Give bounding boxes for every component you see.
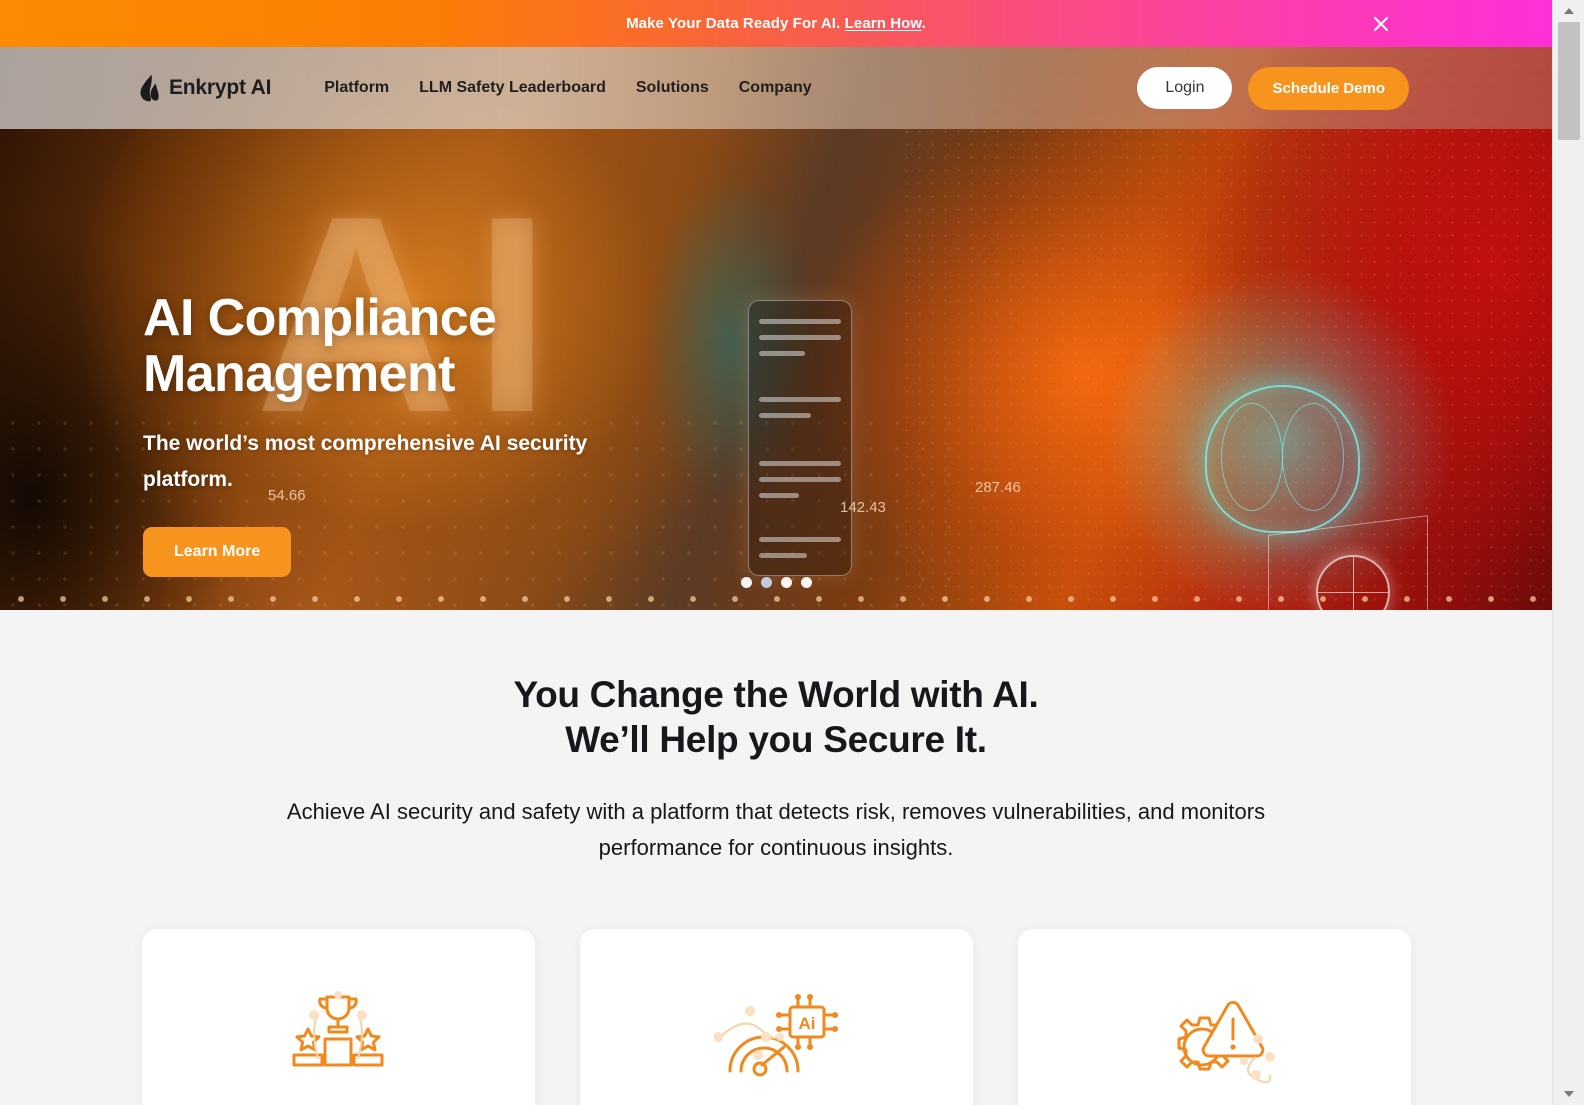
nav-item-platform[interactable]: Platform xyxy=(309,79,404,97)
carousel-dot-4[interactable] xyxy=(800,577,812,588)
hero-carousel: AI 287.46 54.66 142.43 Enkrypt AI Platfo… xyxy=(0,47,1552,610)
hero-art-number-1: 287.46 xyxy=(975,479,1021,496)
schedule-demo-button[interactable]: Schedule Demo xyxy=(1248,66,1409,110)
intro-heading-line2: We’ll Help you Secure It. xyxy=(565,719,987,761)
page-scrollbar[interactable] xyxy=(1552,0,1584,1105)
nav-item-solutions[interactable]: Solutions xyxy=(621,79,724,97)
promo-banner: Make Your Data Ready For AI. Learn How. xyxy=(0,0,1552,47)
promo-banner-message: Make Your Data Ready For AI. xyxy=(626,15,841,32)
svg-text:Ai: Ai xyxy=(799,1014,816,1033)
gear-warning-icon xyxy=(1177,1000,1275,1083)
hero-art-number-3: 142.43 xyxy=(840,499,886,516)
hero-copy: AI Compliance Management The world’s mos… xyxy=(143,290,763,577)
hero-art-dot-grid xyxy=(900,47,1552,610)
carousel-dot-1[interactable] xyxy=(740,577,752,588)
carousel-dot-3[interactable] xyxy=(780,577,792,588)
feature-card-icon-wrap xyxy=(172,981,505,1089)
promo-close-button[interactable] xyxy=(1368,11,1394,37)
scrollbar-up-button[interactable] xyxy=(1553,2,1584,20)
hero-art-device-panel xyxy=(748,300,852,576)
nav-item-company[interactable]: Company xyxy=(724,79,827,97)
hero-subtitle: The world’s most comprehensive AI securi… xyxy=(143,432,588,492)
promo-banner-link[interactable]: Learn How xyxy=(845,15,922,32)
carousel-dots xyxy=(0,577,1552,588)
feature-card-icon-wrap: Ai xyxy=(610,981,943,1089)
promo-banner-text: Make Your Data Ready For AI. Learn How. xyxy=(626,15,926,32)
trophy-podium-icon xyxy=(292,990,384,1066)
login-button[interactable]: Login xyxy=(1137,67,1233,109)
hero-art-bottom-dots xyxy=(0,594,1552,604)
nav-item-llm-safety-leaderboard[interactable]: LLM Safety Leaderboard xyxy=(404,79,621,97)
feature-card[interactable]: Gain Competitive Advantage xyxy=(141,928,535,1105)
hero-learn-more-button[interactable]: Learn More xyxy=(143,526,292,577)
flame-logo-icon xyxy=(140,74,159,102)
browser-page: Make Your Data Ready For AI. Learn How. … xyxy=(0,0,1584,1105)
nav-actions: Login Schedule Demo xyxy=(1137,66,1409,110)
feature-card-icon-wrap xyxy=(1048,981,1381,1089)
scrollbar-down-button[interactable] xyxy=(1553,1085,1584,1103)
brand-logo-link[interactable]: Enkrypt AI xyxy=(138,74,271,102)
feature-cards: Gain Competitive Advantage xyxy=(0,928,1552,1105)
scroll-up-arrow-icon xyxy=(1564,8,1574,14)
feature-card[interactable]: Ai Accelerate AI Adoption xyxy=(579,928,973,1105)
hero-title: AI Compliance Management xyxy=(143,289,497,404)
intro-heading: You Change the World with AI. We’ll Help… xyxy=(0,672,1552,762)
scrollbar-thumb[interactable] xyxy=(1558,22,1580,140)
carousel-dot-2[interactable] xyxy=(760,577,772,588)
brand-name: Enkrypt AI xyxy=(169,76,272,99)
hero-art-brain xyxy=(1205,385,1360,533)
ai-speedometer-icon: Ai xyxy=(714,993,838,1076)
scroll-down-arrow-icon xyxy=(1564,1091,1574,1097)
promo-banner-period: . xyxy=(921,15,926,32)
intro-section: You Change the World with AI. We’ll Help… xyxy=(0,610,1552,866)
intro-paragraph: Achieve AI security and safety with a pl… xyxy=(286,799,1266,860)
nav-links: Platform LLM Safety Leaderboard Solution… xyxy=(309,79,826,97)
main-navigation-bar: Enkrypt AI Platform LLM Safety Leaderboa… xyxy=(0,47,1552,129)
intro-heading-line1: You Change the World with AI. xyxy=(513,674,1039,715)
close-icon xyxy=(1373,16,1389,31)
feature-card[interactable]: Ensure AI Risk Management xyxy=(1017,928,1411,1105)
page-viewport: Make Your Data Ready For AI. Learn How. … xyxy=(0,0,1552,1105)
